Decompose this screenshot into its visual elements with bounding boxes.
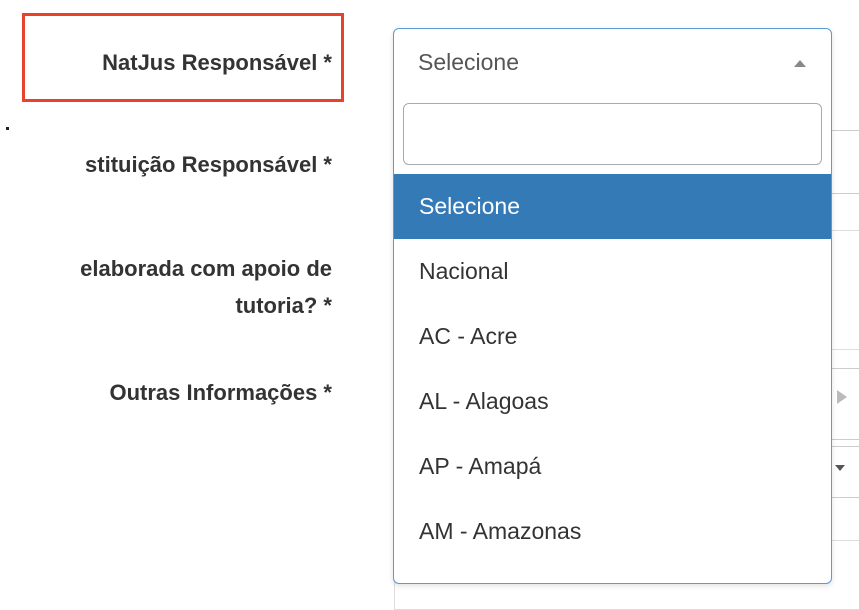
label-outras-informacoes: Outras Informações *	[109, 380, 332, 405]
label-tutoria: tutoria? *	[235, 293, 332, 318]
option-am-amazonas[interactable]: AM - Amazonas	[394, 499, 831, 564]
select-options-list: Selecione Nacional AC - Acre AL - Alagoa…	[394, 174, 831, 564]
highlight-annotation-box	[22, 13, 344, 102]
caret-up-icon[interactable]	[794, 60, 806, 67]
label-elaborada-com-apoio: elaborada com apoio de	[80, 256, 332, 281]
option-selecione[interactable]: Selecione	[394, 174, 831, 239]
caret-down-icon[interactable]	[835, 465, 845, 471]
select-search-input[interactable]	[403, 103, 822, 165]
natjus-select-dropdown[interactable]: Selecione Selecione Nacional AC - Acre A…	[393, 28, 832, 584]
option-ap-amapa[interactable]: AP - Amapá	[394, 434, 831, 499]
select-current-value: Selecione	[418, 49, 520, 75]
natjus-select-toggle[interactable]: Selecione	[394, 29, 831, 99]
label-instituicao-responsavel: stituição Responsável *	[85, 152, 332, 177]
stray-mark	[6, 127, 9, 130]
option-al-alagoas[interactable]: AL - Alagoas	[394, 369, 831, 434]
option-nacional[interactable]: Nacional	[394, 239, 831, 304]
option-ac-acre[interactable]: AC - Acre	[394, 304, 831, 369]
arrow-right-icon[interactable]	[837, 390, 847, 404]
